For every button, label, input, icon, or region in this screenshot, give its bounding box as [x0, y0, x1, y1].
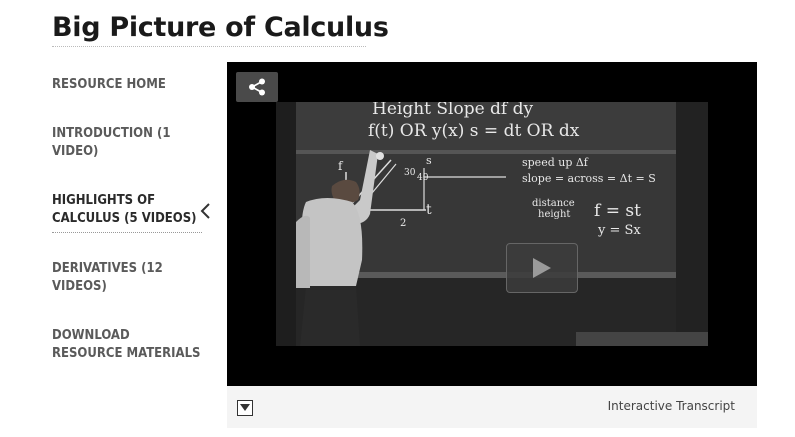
- sidebar-item-download[interactable]: DOWNLOAD RESOURCE MATERIALS: [52, 327, 202, 363]
- board-num-30: 30: [404, 168, 416, 178]
- title-divider: [52, 46, 366, 47]
- board-num-2: 2: [400, 218, 406, 229]
- board-height: height: [538, 209, 570, 220]
- board-line-2: f(t) OR y(x) s = dt OR dx: [368, 121, 580, 141]
- chevron-down-icon: [240, 404, 250, 411]
- board-eq-2: y = Sx: [597, 223, 641, 238]
- sidebar-item-derivatives[interactable]: DERIVATIVES (12 VIDEOS): [52, 260, 202, 296]
- board-speed: speed up Δf: [522, 156, 589, 169]
- video-still: Height Slope df dy f(t) OR y(x) s = dt O…: [276, 102, 708, 346]
- share-button[interactable]: [236, 72, 278, 102]
- sidebar-item-introduction[interactable]: INTRODUCTION (1 VIDEO): [52, 125, 202, 161]
- video-frame[interactable]: Height Slope df dy f(t) OR y(x) s = dt O…: [276, 102, 708, 346]
- video-player[interactable]: Height Slope df dy f(t) OR y(x) s = dt O…: [227, 62, 757, 386]
- transcript-toggle-button[interactable]: [237, 400, 253, 416]
- board-num-40: 40: [417, 173, 429, 183]
- board-distance: distance: [532, 198, 575, 209]
- board-axis-s: s: [426, 154, 432, 167]
- board-eq-1: f = st: [594, 201, 641, 221]
- share-icon: [249, 78, 265, 96]
- interactive-transcript-link[interactable]: Interactive Transcript: [608, 399, 735, 413]
- page-title: Big Picture of Calculus: [52, 12, 389, 43]
- sidebar-item-resource-home[interactable]: RESOURCE HOME: [52, 76, 202, 94]
- sidebar-item-highlights[interactable]: HIGHLIGHTS OF CALCULUS (5 VIDEOS): [52, 192, 202, 233]
- board-slope: slope = across = Δt = S: [522, 172, 656, 185]
- player-toolbar: Interactive Transcript: [227, 386, 757, 428]
- board-line-1: Height Slope df dy: [372, 102, 534, 119]
- play-icon: [533, 258, 551, 278]
- play-button[interactable]: [506, 243, 578, 293]
- chevron-left-icon[interactable]: [198, 202, 212, 220]
- board-axis-t: t: [426, 202, 432, 218]
